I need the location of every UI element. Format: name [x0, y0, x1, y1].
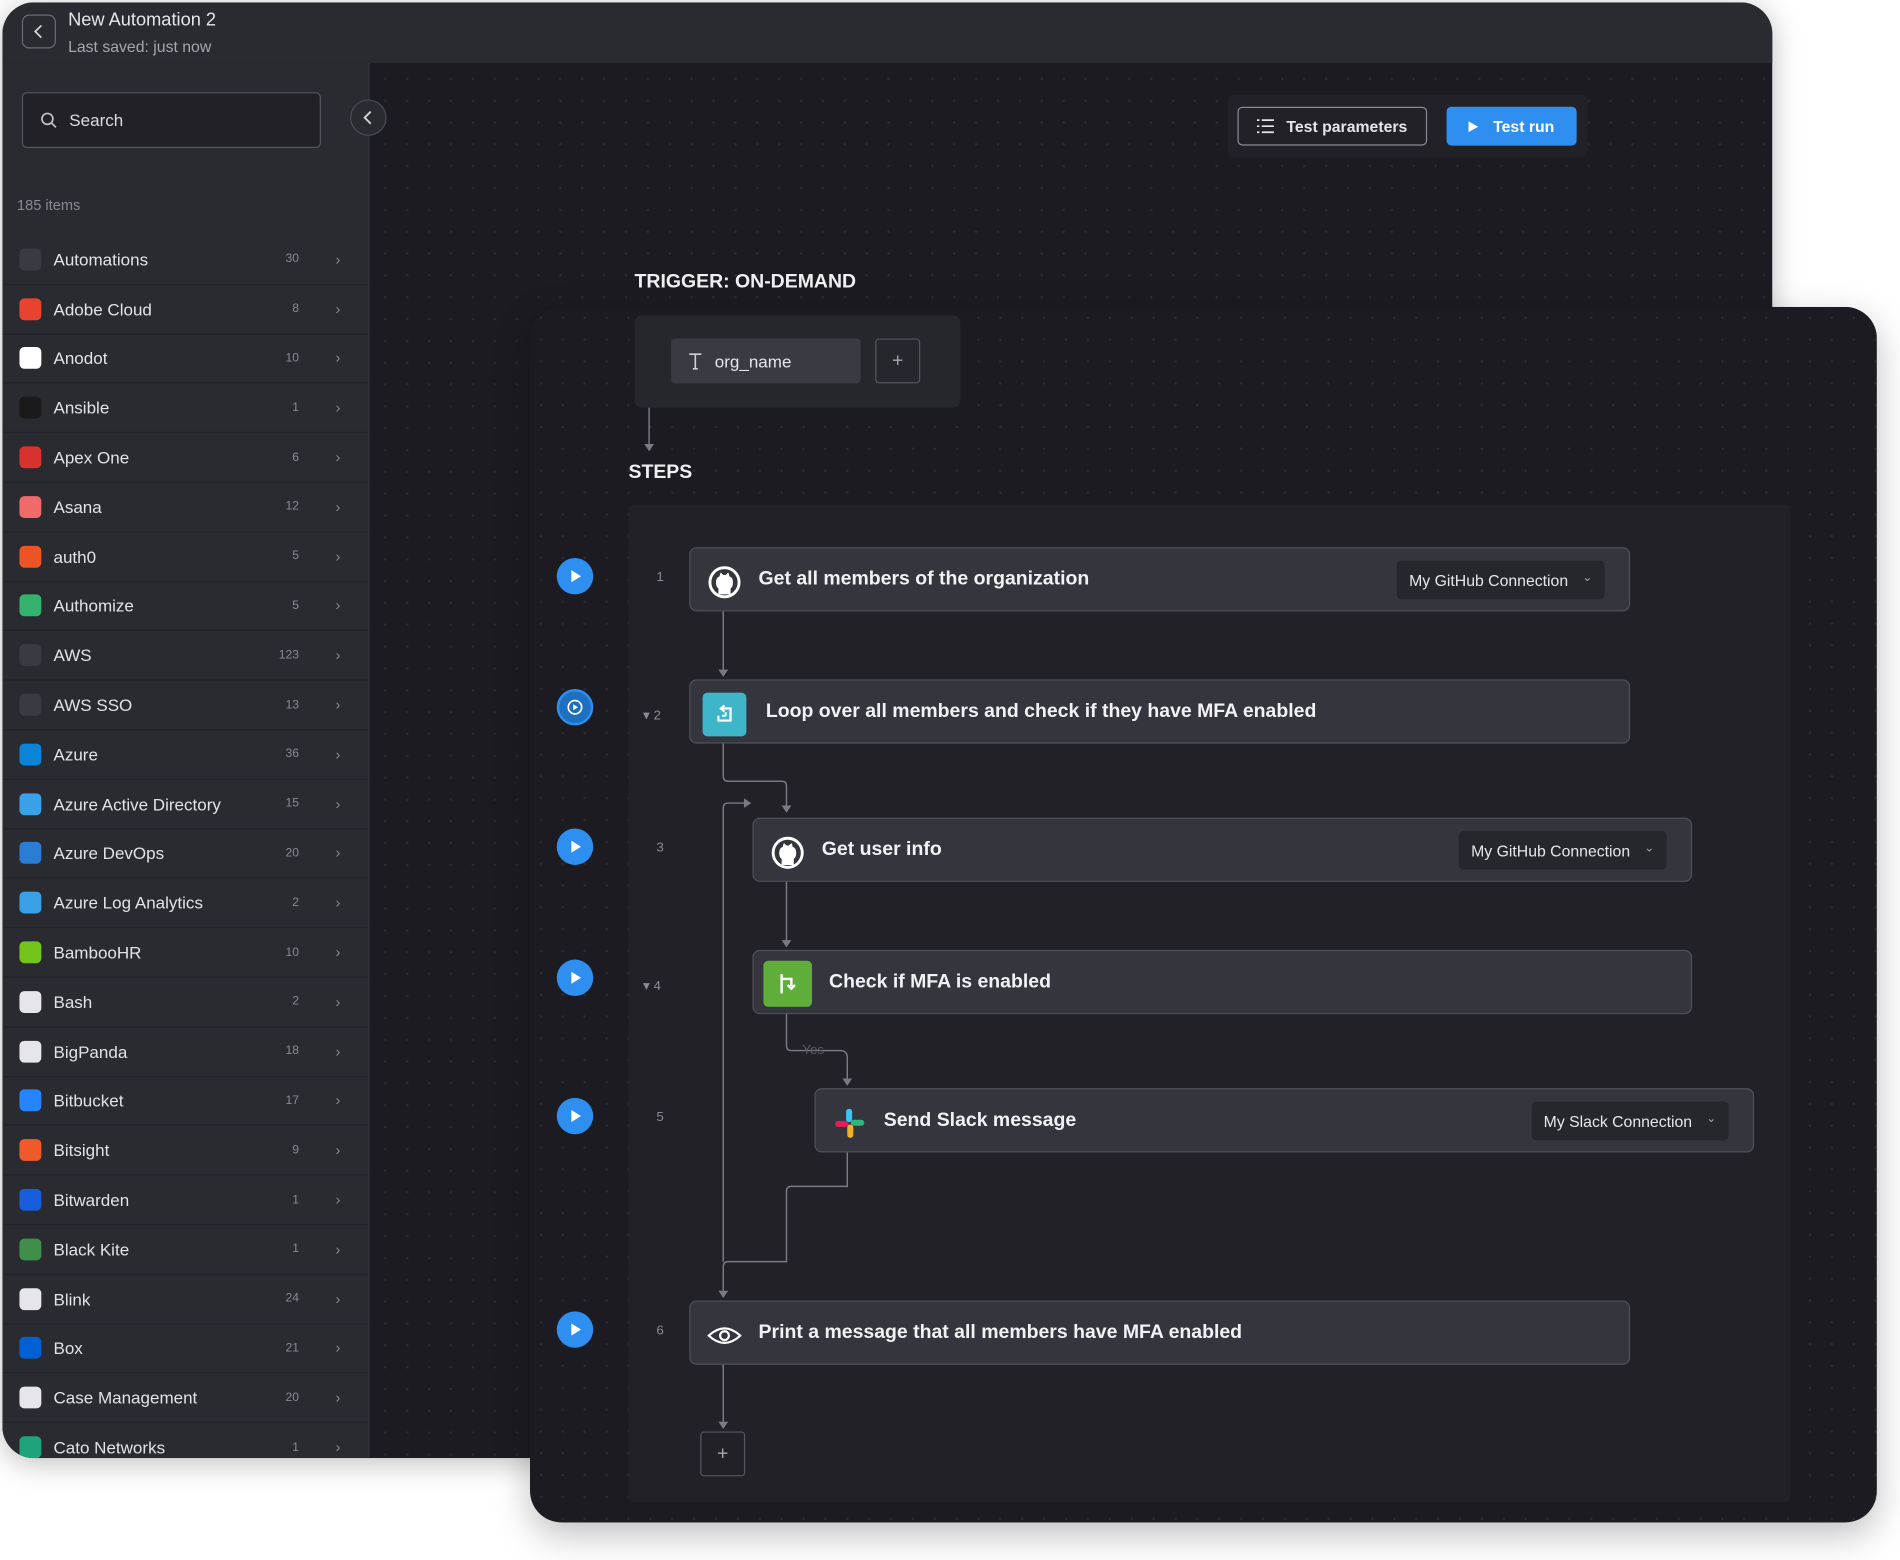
connection-select[interactable]: My GitHub Connection ⌄: [1396, 560, 1605, 600]
step-2-card[interactable]: Loop over all members and check if they …: [689, 679, 1631, 744]
play-icon: [570, 570, 581, 583]
chevron-down-icon: ⌄: [1644, 841, 1655, 856]
play-icon: [570, 840, 581, 853]
play-icon: [570, 1109, 581, 1123]
loop-icon: [702, 692, 747, 737]
run-step-1-button[interactable]: [556, 558, 594, 595]
step-title: Get user info: [821, 838, 942, 860]
step-number: ▾ 4: [643, 978, 661, 994]
chevron-down-icon: ⌄: [1706, 1112, 1717, 1126]
step-6-card[interactable]: Print a message that all members have MF…: [689, 1300, 1631, 1365]
slack-icon: [828, 1101, 872, 1145]
step-title: Loop over all members and check if they …: [765, 700, 1317, 722]
step-4-card[interactable]: Check if MFA is enabled: [752, 949, 1693, 1015]
expand-icon[interactable]: ▾: [643, 708, 653, 723]
step-number: 5: [656, 1109, 664, 1125]
connection-value: My GitHub Connection: [1471, 841, 1631, 860]
play-icon: [570, 971, 581, 984]
connection-value: My Slack Connection: [1543, 1111, 1693, 1131]
add-step-button[interactable]: +: [700, 1431, 746, 1477]
step-title: Get all members of the organization: [758, 568, 1090, 589]
run-loop-button[interactable]: [556, 689, 594, 726]
run-step-4-button[interactable]: [556, 959, 594, 996]
run-step-6-button[interactable]: [556, 1311, 594, 1348]
step-3-card[interactable]: Get user info My GitHub Connection ⌄: [752, 817, 1693, 882]
step-title: Check if MFA is enabled: [829, 971, 1051, 992]
step-number: ▾ 2: [643, 707, 661, 723]
loop-play-icon: [567, 699, 583, 715]
step-number: 6: [656, 1323, 664, 1339]
step-number: 1: [656, 570, 664, 585]
branch-yes-label: Yes: [802, 1042, 824, 1057]
eye-icon: [703, 1314, 747, 1358]
step-title: Send Slack message: [883, 1109, 1077, 1131]
chevron-down-icon: ⌄: [1582, 571, 1593, 585]
play-icon: [570, 1323, 581, 1336]
github-icon: [703, 560, 747, 604]
run-step-5-button[interactable]: [556, 1097, 594, 1135]
github-icon: [766, 831, 810, 875]
run-step-3-button[interactable]: [556, 828, 594, 865]
step-5-card[interactable]: Send Slack message My Slack Connection ⌄: [814, 1088, 1755, 1153]
plus-icon: +: [716, 1442, 729, 1464]
expand-icon[interactable]: ▾: [643, 979, 653, 994]
step-number-value: 2: [653, 708, 661, 724]
condition-icon: [763, 960, 813, 1007]
step-1-card[interactable]: Get all members of the organization My G…: [689, 547, 1631, 612]
step-number-value: 4: [653, 978, 661, 994]
connection-select[interactable]: My GitHub Connection ⌄: [1458, 830, 1667, 870]
step-title: Print a message that all members have MF…: [758, 1321, 1243, 1343]
step-number: 3: [656, 840, 664, 856]
connection-select[interactable]: My Slack Connection ⌄: [1531, 1101, 1729, 1141]
connection-value: My GitHub Connection: [1409, 570, 1569, 589]
